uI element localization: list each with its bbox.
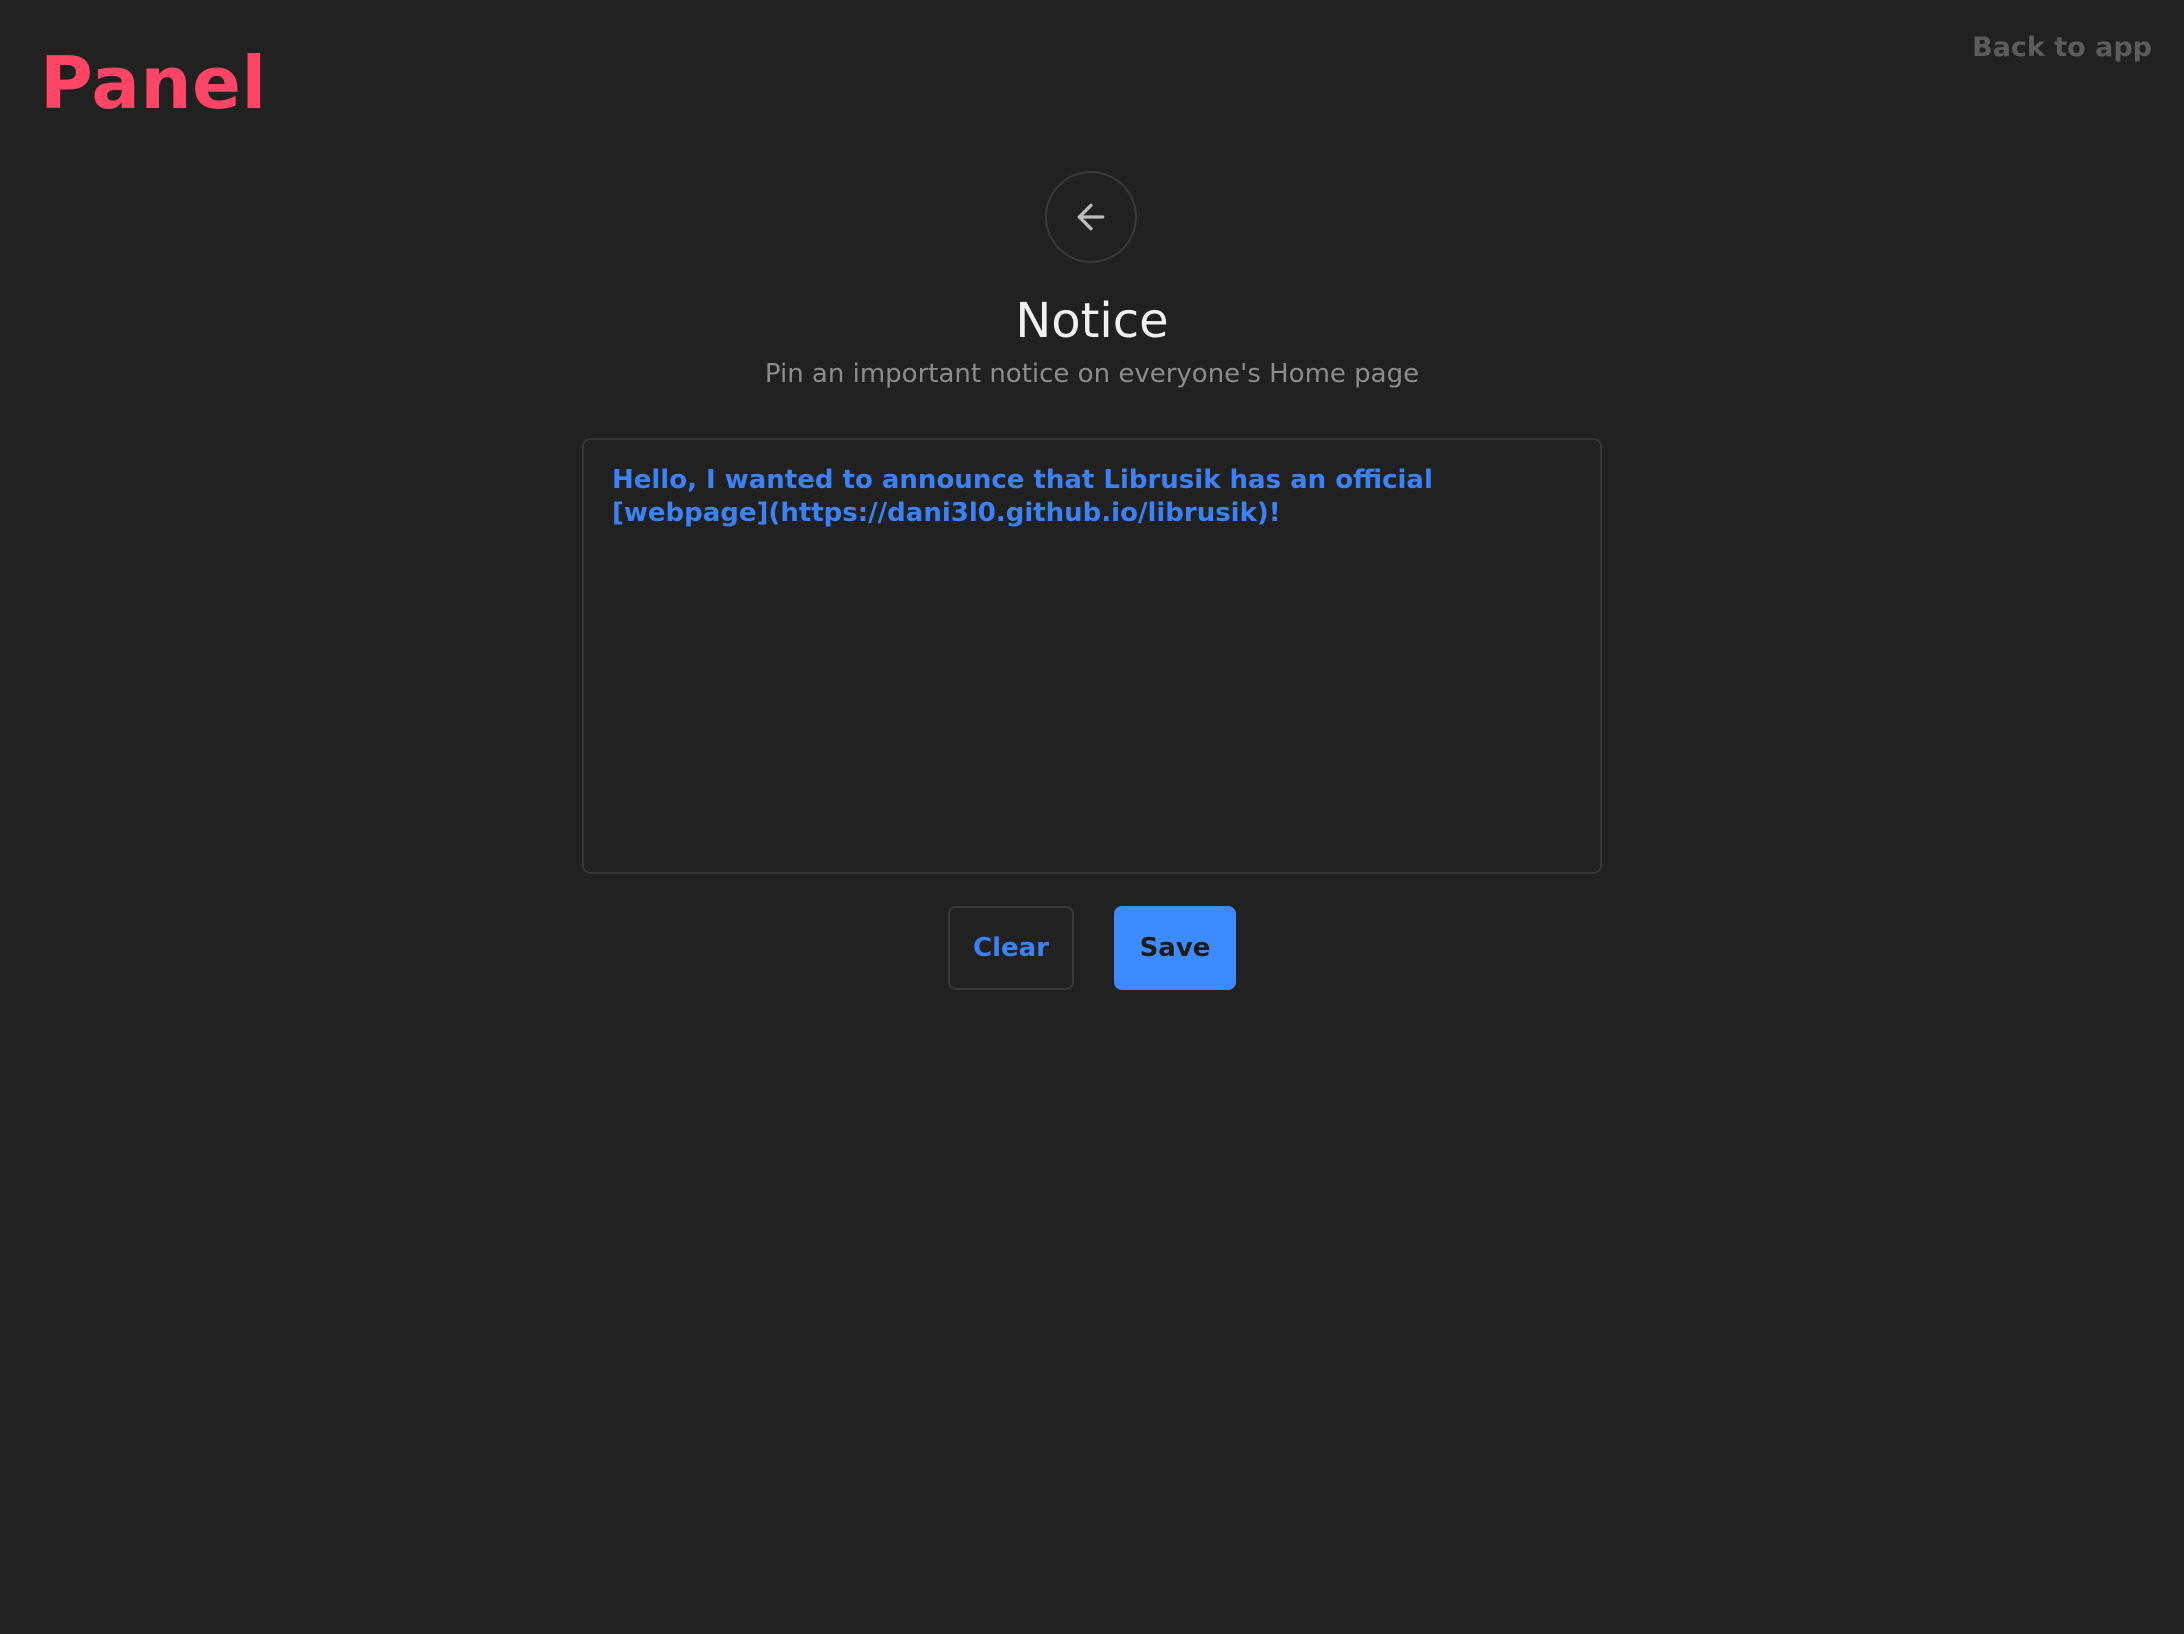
app-logo: Panel [40,41,267,125]
notice-text-value: Hello, I wanted to announce that Librusi… [612,465,1433,528]
page-title: Notice [1015,293,1169,349]
notice-textarea[interactable]: Hello, I wanted to announce that Librusi… [582,438,1602,874]
page-subtitle: Pin an important notice on everyone's Ho… [764,359,1420,389]
clear-button[interactable]: Clear [948,906,1074,990]
arrow-left-icon [1077,203,1105,231]
back-button[interactable] [1045,171,1137,263]
back-to-app-link[interactable]: Back to app [1972,28,2152,68]
save-button[interactable]: Save [1114,906,1236,990]
